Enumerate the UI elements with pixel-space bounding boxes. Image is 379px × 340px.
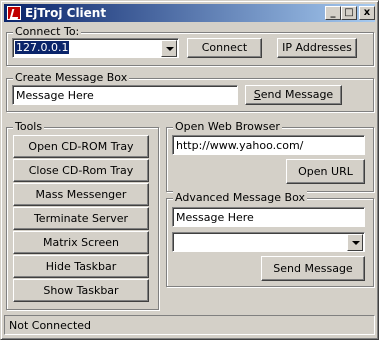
status-bar: Not Connected (4, 315, 375, 335)
status-text: Not Connected (9, 319, 92, 332)
connect-group-label: Connect To: (13, 25, 82, 39)
tools-group-label: Tools (13, 120, 45, 134)
message-text-field[interactable]: Message Here (12, 85, 238, 105)
close-button[interactable]: x (359, 6, 375, 20)
window-title: EjTroj Client (25, 6, 107, 20)
maximize-button[interactable]: □ (341, 6, 357, 20)
ip-combobox[interactable]: 127.0.0.1 (12, 38, 179, 58)
show-taskbar-button[interactable]: Show Taskbar (13, 279, 149, 302)
connect-button[interactable]: Connect (187, 38, 262, 58)
ip-addresses-button[interactable]: IP Addresses (277, 38, 357, 58)
message-box-group-label: Create Message Box (13, 71, 130, 85)
advanced-send-message-button[interactable]: Send Message (261, 256, 365, 281)
matrix-screen-button[interactable]: Matrix Screen (13, 231, 149, 254)
open-url-button[interactable]: Open URL (286, 159, 365, 184)
main-window: EjTroj Client _ □ x Connect To: 127.0.0.… (0, 0, 379, 340)
chevron-down-icon[interactable] (161, 40, 177, 57)
mass-messenger-button[interactable]: Mass Messenger (13, 183, 149, 206)
terminate-server-button[interactable]: Terminate Server (13, 207, 149, 230)
hide-taskbar-button[interactable]: Hide Taskbar (13, 255, 149, 278)
title-bar[interactable]: EjTroj Client _ □ x (4, 4, 375, 22)
close-cdrom-tray-button[interactable]: Close CD-Rom Tray (13, 159, 149, 182)
app-icon[interactable] (7, 6, 21, 20)
browser-group-label: Open Web Browser (173, 120, 282, 134)
ip-combobox-value: 127.0.0.1 (15, 41, 70, 54)
advanced-message-group-label: Advanced Message Box (173, 191, 307, 205)
advanced-message-field[interactable]: Message Here (172, 207, 365, 227)
minimize-button[interactable]: _ (325, 6, 341, 20)
send-message-label: end Message (260, 88, 334, 101)
open-cdrom-tray-button[interactable]: Open CD-ROM Tray (13, 135, 149, 158)
send-message-button[interactable]: Send Message (245, 85, 342, 105)
chevron-down-icon[interactable] (347, 234, 363, 251)
message-type-combobox[interactable] (172, 232, 365, 252)
url-field[interactable]: http://www.yahoo.com/ (172, 135, 365, 155)
